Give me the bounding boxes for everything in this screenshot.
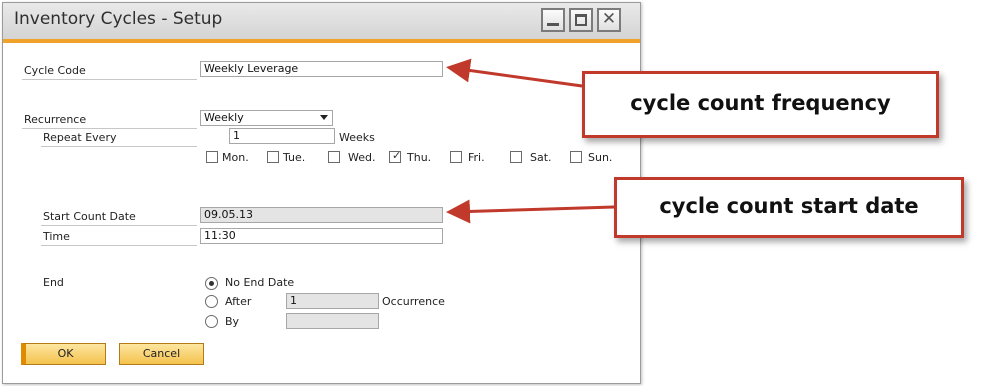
frequency-callout: cycle count frequency [582, 71, 939, 138]
start-date-arrow [446, 199, 615, 224]
start-date-callout: cycle count start date [614, 177, 964, 238]
frequency-arrow [446, 58, 583, 88]
